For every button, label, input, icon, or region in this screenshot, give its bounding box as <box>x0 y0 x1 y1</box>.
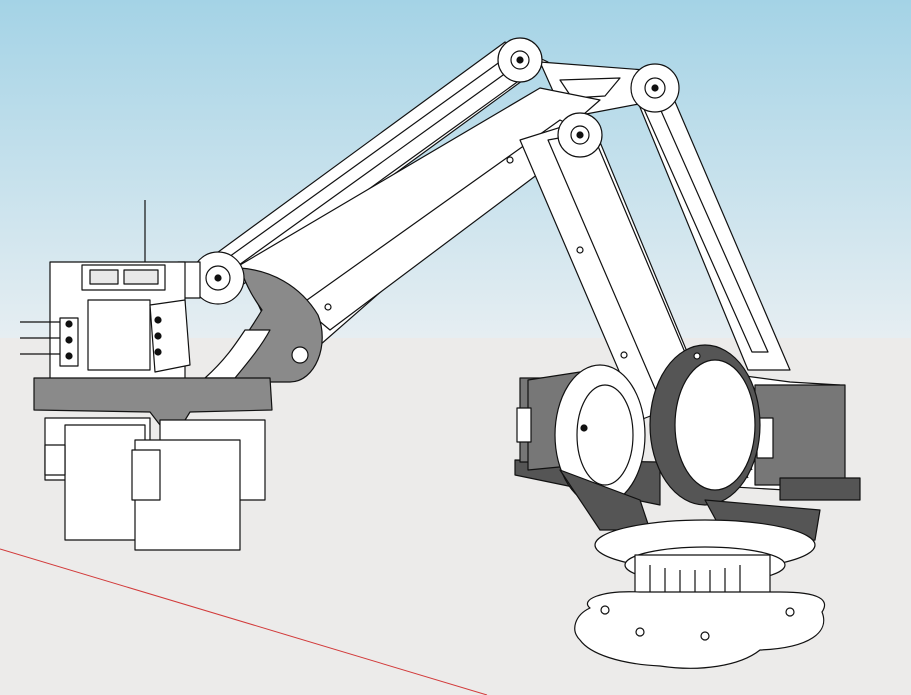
3d-viewport[interactable] <box>0 0 911 695</box>
scene-canvas[interactable] <box>0 0 911 695</box>
base-ring-left[interactable] <box>554 364 646 506</box>
